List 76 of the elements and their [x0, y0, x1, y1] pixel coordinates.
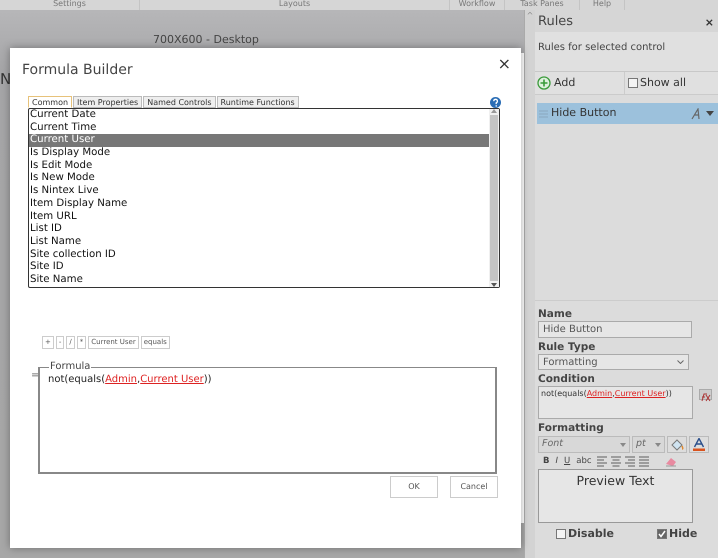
field-label: Rule Type	[538, 341, 596, 354]
checkbox[interactable]	[556, 529, 566, 540]
checkbox-label: Show all	[640, 74, 686, 91]
canvas-title: 700X600 - Desktop	[153, 33, 259, 46]
field-label: Name	[538, 308, 573, 321]
style-button[interactable]: U	[563, 454, 572, 468]
help-icon	[490, 97, 501, 108]
field-label: Formatting	[538, 422, 605, 435]
panel-description: Rules for selected control	[538, 42, 666, 53]
tab[interactable]: Common	[28, 96, 72, 108]
style-button[interactable]: abc	[575, 454, 593, 468]
justify-icon	[638, 456, 649, 466]
form-title: N	[0, 70, 12, 88]
list-item[interactable]: Is Edit Mode	[29, 160, 489, 172]
close-button[interactable]: ×	[704, 16, 714, 28]
size-dropdown[interactable]: pt	[632, 436, 665, 453]
list-item[interactable]: Current Date	[29, 109, 489, 122]
rule-type-dropdown[interactable]: Formatting	[538, 354, 689, 370]
checkbox-label: Disable	[568, 526, 614, 542]
style-button[interactable]: I	[554, 454, 559, 468]
fill-color-button[interactable]	[667, 436, 687, 453]
reference-link[interactable]: Current User	[140, 374, 204, 385]
align-left-icon	[596, 456, 607, 466]
font-dropdown[interactable]: Font	[538, 436, 630, 453]
list-item[interactable]: List Name	[29, 236, 489, 249]
reference-link[interactable]: Current User	[614, 389, 666, 398]
chevron-icon	[677, 360, 684, 364]
tab[interactable]: Item Properties	[73, 96, 142, 108]
cancel-button[interactable]: Cancel	[450, 476, 498, 498]
close-button[interactable]: ×	[498, 56, 511, 72]
list-item[interactable]: Site ID	[29, 261, 489, 274]
plus-icon	[537, 76, 551, 90]
condition-field[interactable]: not(equals(Admin,Current User))	[538, 386, 693, 419]
reference-link[interactable]: Admin	[586, 389, 612, 398]
list-item[interactable]: Is Display Mode	[29, 147, 489, 160]
formula-field[interactable]: Formula not(equals(Admin,Current User))	[38, 362, 497, 474]
caret-icon	[706, 111, 714, 116]
align-center-icon	[610, 456, 621, 466]
list-item[interactable]: Site collection ID	[29, 248, 489, 262]
checkbox[interactable]	[656, 529, 667, 540]
list-item[interactable]: Current Time	[29, 122, 489, 134]
scrollbar[interactable]	[489, 109, 499, 287]
formula-button[interactable]	[699, 389, 712, 400]
field-label: Condition	[538, 373, 596, 386]
formula-legend: Formula	[49, 362, 92, 372]
list-item[interactable]: Is Nintex Live	[29, 185, 489, 198]
paint-bucket-icon	[670, 438, 684, 450]
eraser-icon	[664, 456, 677, 466]
formula-icon	[700, 393, 711, 402]
align-right-icon	[624, 456, 635, 466]
ok-button[interactable]: OK	[390, 476, 438, 498]
style-button[interactable]: B	[542, 454, 550, 468]
reference-link[interactable]: Admin	[105, 374, 138, 385]
preview-text: Preview Text	[538, 469, 693, 523]
add-button[interactable]: Add	[535, 72, 625, 94]
list-item[interactable]: Item Display Name	[29, 198, 489, 210]
dialog-title: Formula Builder	[22, 61, 133, 80]
checkbox-label: Hide	[668, 526, 698, 542]
font-color-icon	[693, 438, 705, 451]
tab[interactable]: Named Controls	[143, 96, 216, 108]
list-item[interactable]: Item URL	[29, 210, 489, 224]
checkbox[interactable]	[628, 78, 638, 88]
font-color-button[interactable]	[689, 436, 709, 453]
list-item[interactable]: Site Name	[29, 274, 489, 287]
panel-title: Rules	[538, 13, 574, 32]
tab[interactable]: Runtime Functions	[216, 96, 299, 108]
name-field[interactable]: Hide Button	[538, 321, 692, 338]
list-item[interactable]: List ID	[29, 223, 489, 236]
scroll-down-icon	[491, 283, 497, 287]
formula-text: not(equals(Admin,Current User))	[48, 373, 213, 387]
caret-icon	[655, 442, 661, 446]
caret-icon	[620, 442, 626, 446]
list-item[interactable]: Is New Mode	[29, 172, 489, 186]
rule-item[interactable]: Hide Button	[537, 103, 718, 124]
check-icon	[658, 530, 666, 538]
list-item[interactable]: Current User	[29, 134, 489, 148]
